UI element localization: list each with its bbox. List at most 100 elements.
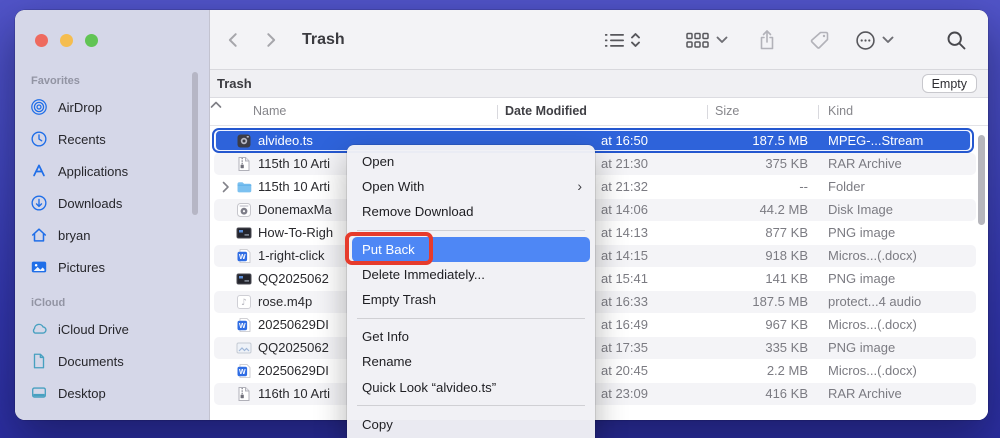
chevron-down-icon[interactable] <box>882 10 894 70</box>
menu-item-quick-look-alvideo-ts[interactable]: Quick Look “alvideo.ts” <box>347 375 595 400</box>
menu-item-delete-immediately[interactable]: Delete Immediately... <box>347 262 595 287</box>
table-row[interactable]: 115th 10 Arti at 21:32 -- Folder <box>210 175 988 198</box>
column-header-kind[interactable]: Kind <box>828 104 853 118</box>
file-name: 20250629DI <box>258 363 329 378</box>
location-title: Trash <box>217 76 252 91</box>
kind-cell: Folder <box>828 179 865 194</box>
sidebar-item-downloads[interactable]: Downloads <box>15 187 209 219</box>
sidebar-scrollbar[interactable] <box>192 72 198 215</box>
sidebar-item-label: Pictures <box>58 259 105 275</box>
kind-cell: PNG image <box>828 271 896 286</box>
back-button[interactable] <box>224 10 242 70</box>
toolbar: Trash <box>210 10 988 70</box>
file-name: 115th 10 Arti <box>258 179 331 194</box>
chevron-down-icon[interactable] <box>716 10 728 70</box>
column-header-date-modified[interactable]: Date Modified <box>505 104 587 118</box>
kind-cell: Micros...(.docx) <box>828 317 917 332</box>
file-name: alvideo.ts <box>258 133 313 148</box>
svg-text:W: W <box>239 368 246 375</box>
table-row[interactable]: W 1-right-click at 14:15 918 KB Micros...(.d… <box>210 244 988 267</box>
menu-item-open[interactable]: Open <box>347 149 595 174</box>
size-cell: 918 KB <box>765 248 808 263</box>
size-cell: 2.2 MB <box>766 363 808 378</box>
sidebar-item-label: Applications <box>58 163 129 179</box>
word-file-icon: W <box>236 363 252 379</box>
table-row[interactable]: QQ2025062 at 17:35 335 KB PNG image <box>210 336 988 359</box>
downloads-icon <box>29 193 49 213</box>
size-cell: 416 KB <box>765 386 808 401</box>
size-cell: 877 KB <box>765 225 808 240</box>
file-name: 116th 10 Arti <box>258 386 331 401</box>
group-icon[interactable] <box>686 10 709 70</box>
sidebar-item-documents[interactable]: Documents <box>15 345 209 377</box>
image-dark-icon <box>236 225 252 241</box>
table-row[interactable]: 115th 10 Arti at 21:30 375 KB RAR Archive <box>210 152 988 175</box>
sidebar-item-recents[interactable]: Recents <box>15 123 209 155</box>
sidebar: Favorites AirDrop Recents Applications Downl… <box>15 10 210 420</box>
file-name: 115th 10 Arti <box>258 156 331 171</box>
column-header-name[interactable]: Name <box>253 104 286 118</box>
sidebar-section-label: Favorites <box>31 75 80 87</box>
location-header: Trash Empty <box>210 70 988 98</box>
kind-cell: Micros...(.docx) <box>828 248 917 263</box>
sidebar-item-label: Documents <box>58 353 124 369</box>
menu-item-open-with[interactable]: Open With › <box>347 174 595 199</box>
menu-item-get-info[interactable]: Get Info <box>347 324 595 349</box>
sidebar-item-label: iCloud Drive <box>58 321 129 337</box>
table-row[interactable]: QQ2025062 at 15:41 141 KB PNG image <box>210 267 988 290</box>
sidebar-item-bryan[interactable]: bryan <box>15 219 209 251</box>
sort-chevrons-icon[interactable] <box>630 10 641 70</box>
list-scrollbar[interactable] <box>978 135 985 225</box>
table-row[interactable]: How-To-Righ at 14:13 877 KB PNG image <box>210 221 988 244</box>
sidebar-item-label: AirDrop <box>58 99 103 115</box>
window-controls <box>15 10 209 47</box>
table-row[interactable]: W 20250629DI at 16:49 967 KB Micros...(.docx… <box>210 313 988 336</box>
document-icon <box>29 351 49 371</box>
close-button[interactable] <box>35 34 48 47</box>
sidebar-item-label: Desktop <box>58 385 106 401</box>
kind-cell: RAR Archive <box>828 386 902 401</box>
kind-cell: PNG image <box>828 340 896 355</box>
empty-trash-button[interactable]: Empty <box>921 74 977 93</box>
menu-item-rename[interactable]: Rename <box>347 349 595 374</box>
sidebar-item-desktop[interactable]: Desktop <box>15 377 209 409</box>
menu-item-remove-download[interactable]: Remove Download <box>347 199 595 224</box>
table-row[interactable]: W 20250629DI at 20:45 2.2 MB Micros...(.docx… <box>210 359 988 382</box>
sidebar-item-airdrop[interactable]: AirDrop <box>15 91 209 123</box>
desktop-background: Favorites AirDrop Recents Applications Downl… <box>0 0 1000 438</box>
size-cell: 335 KB <box>765 340 808 355</box>
kind-cell: PNG image <box>828 225 896 240</box>
size-cell: 141 KB <box>765 271 808 286</box>
share-icon <box>758 10 776 70</box>
sidebar-item-pictures[interactable]: Pictures <box>15 251 209 283</box>
disk-image-icon <box>236 202 252 218</box>
table-row[interactable]: alvideo.ts at 16:50 187.5 MB MPEG-...Stream <box>210 128 988 153</box>
menu-item-copy[interactable]: Copy <box>347 412 595 437</box>
kind-cell: MPEG-...Stream <box>828 133 924 148</box>
sidebar-item-icloud-drive[interactable]: iCloud Drive <box>15 313 209 345</box>
sidebar-item-label: Recents <box>58 131 106 147</box>
table-row[interactable]: ♪ rose.m4p at 16:33 187.5 MB protect...4 aud… <box>210 290 988 313</box>
search-icon[interactable] <box>946 10 967 70</box>
file-name: 1-right-click <box>258 248 325 263</box>
kind-cell: Disk Image <box>828 202 894 217</box>
forward-button[interactable] <box>262 10 280 70</box>
disclosure-chevron-icon[interactable] <box>222 181 236 193</box>
kind-cell: Micros...(.docx) <box>828 363 917 378</box>
svg-text:W: W <box>239 322 246 329</box>
zoom-button[interactable] <box>85 34 98 47</box>
file-list: alvideo.ts at 16:50 187.5 MB MPEG-...Stream… <box>210 126 988 420</box>
list-view-icon[interactable] <box>604 10 625 70</box>
menu-separator <box>357 317 585 319</box>
size-cell: 967 KB <box>765 317 808 332</box>
more-actions-icon[interactable] <box>855 10 876 70</box>
table-row[interactable]: DonemaxMa at 14:06 44.2 MB Disk Image <box>210 198 988 221</box>
table-row[interactable]: 116th 10 Arti at 23:09 416 KB RAR Archive <box>210 382 988 405</box>
kind-cell: protect...4 audio <box>828 294 922 309</box>
sidebar-item-applications[interactable]: Applications <box>15 155 209 187</box>
size-cell: 375 KB <box>765 156 808 171</box>
minimize-button[interactable] <box>60 34 73 47</box>
column-header-size[interactable]: Size <box>715 104 739 118</box>
menu-item-empty-trash[interactable]: Empty Trash <box>347 287 595 312</box>
desktop-icon <box>29 383 49 403</box>
